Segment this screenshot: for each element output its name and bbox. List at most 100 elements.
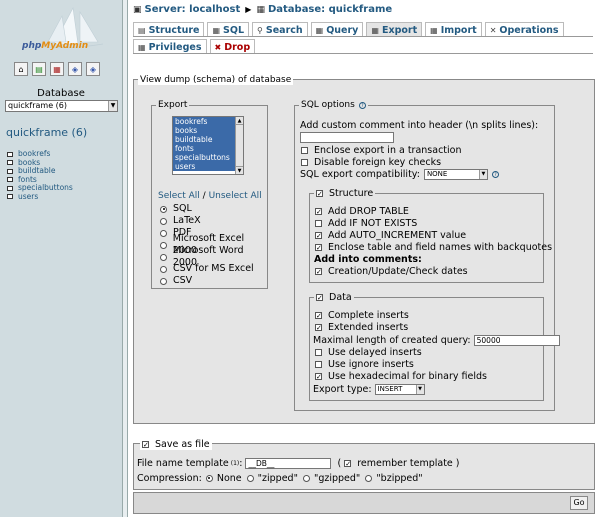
disable-fk-checkbox[interactable]	[301, 158, 308, 166]
table-item-users[interactable]: users	[7, 192, 73, 202]
info-icon[interactable]: ?	[358, 102, 366, 109]
backquotes-checkbox[interactable]: ✓	[315, 243, 322, 251]
radio-csv[interactable]	[160, 277, 167, 285]
documentation-icon[interactable]: ◈	[68, 62, 82, 76]
disable-fk-row[interactable]: Disable foreign key checks	[301, 156, 441, 168]
query-window-icon[interactable]: ▤	[32, 62, 46, 76]
table-option[interactable]: bookrefs	[173, 117, 236, 126]
table-option[interactable]: books	[173, 126, 236, 135]
radio-excel[interactable]	[160, 241, 167, 249]
table-multiselect[interactable]: bookrefs books buildtable fonts specialb…	[172, 116, 244, 175]
home-icon[interactable]: ⌂	[14, 62, 28, 76]
extended-inserts-row[interactable]: ✓ Extended inserts	[315, 321, 408, 333]
scroll-down-icon[interactable]: ▼	[236, 166, 243, 174]
chevron-down-icon[interactable]: ▼	[478, 169, 487, 179]
ignore-inserts-row[interactable]: Use ignore inserts	[315, 358, 414, 370]
table-option[interactable]: fonts	[173, 144, 236, 153]
unselect-all-link[interactable]: Unselect All	[209, 191, 262, 201]
save-as-file-checkbox[interactable]: ✓	[142, 441, 149, 449]
creation-dates-row[interactable]: ✓ Creation/Update/Check dates	[315, 265, 468, 277]
chevron-down-icon[interactable]: ▼	[415, 384, 424, 394]
tab-privileges[interactable]: ▦ Privileges	[133, 39, 207, 53]
table-option[interactable]: specialbuttons	[173, 153, 236, 162]
radio-csv-excel[interactable]	[160, 265, 167, 273]
radio-word[interactable]	[160, 253, 167, 261]
scroll-up-icon[interactable]: ▲	[236, 117, 243, 125]
table-item-specialbuttons[interactable]: specialbuttons	[7, 183, 73, 193]
tab-drop[interactable]: ✖ Drop	[209, 39, 256, 53]
breadcrumb-database[interactable]: Database: quickframe	[268, 4, 392, 15]
sql-docs-icon[interactable]: ▦	[50, 62, 64, 76]
info-icon[interactable]: ?	[491, 170, 499, 178]
hex-binary-row[interactable]: ✓ Use hexadecimal for binary fields	[315, 370, 487, 382]
tab-sql[interactable]: ▦ SQL	[207, 22, 250, 36]
creation-dates-checkbox[interactable]: ✓	[315, 267, 322, 275]
add-drop-row[interactable]: ✓ Add DROP TABLE	[315, 205, 409, 217]
table-option[interactable]: buildtable	[173, 135, 236, 144]
current-database-link[interactable]: quickframe (6)	[6, 126, 87, 139]
if-not-exists-checkbox[interactable]	[315, 219, 322, 227]
remember-template-checkbox[interactable]: ✓	[344, 459, 352, 467]
listbox-scrollbar[interactable]: ▲ ▼	[235, 117, 243, 174]
filename-template-input[interactable]: __DB__	[245, 457, 332, 469]
hex-binary-checkbox[interactable]: ✓	[315, 372, 322, 380]
tab-structure[interactable]: ▤ Structure	[133, 22, 205, 36]
breadcrumb-server[interactable]: Server: localhost	[145, 4, 241, 15]
backquotes-row[interactable]: ✓ Enclose table and field names with back…	[315, 241, 552, 253]
enclose-transaction-row[interactable]: Enclose export in a transaction	[301, 144, 462, 156]
table-icon[interactable]	[7, 185, 13, 191]
add-drop-checkbox[interactable]: ✓	[315, 207, 322, 215]
delayed-inserts-row[interactable]: Use delayed inserts	[315, 346, 422, 358]
max-length-input[interactable]: 50000	[473, 334, 560, 346]
compression-bzipped-radio[interactable]	[365, 474, 373, 482]
format-option[interactable]: CSV	[160, 275, 267, 287]
table-icon[interactable]	[7, 168, 13, 174]
table-icon[interactable]	[7, 194, 13, 200]
go-button[interactable]: Go	[570, 496, 588, 510]
chevron-down-icon[interactable]: ▼	[108, 101, 117, 111]
comment-input[interactable]	[300, 132, 394, 143]
save-as-file-legend[interactable]: ✓ Save as file	[140, 439, 212, 450]
compression-zipped-radio[interactable]	[246, 474, 254, 482]
tab-import[interactable]: ▦ Import	[425, 22, 482, 36]
table-option[interactable]: users	[173, 162, 236, 171]
extended-inserts-checkbox[interactable]: ✓	[315, 323, 322, 331]
tab-operations[interactable]: ✕ Operations	[484, 22, 564, 36]
format-option[interactable]: LaTeX	[160, 215, 267, 227]
structure-legend[interactable]: ✓ Structure	[314, 188, 376, 199]
tab-search[interactable]: ⚲ Search	[252, 22, 308, 36]
compression-gzipped-radio[interactable]	[302, 474, 310, 482]
export-type-select[interactable]: INSERT ▼	[374, 383, 425, 395]
complete-inserts-checkbox[interactable]: ✓	[315, 311, 322, 319]
table-icon[interactable]	[7, 151, 13, 157]
data-checkbox[interactable]: ✓	[316, 294, 323, 302]
tab-export[interactable]: ▦ Export	[366, 22, 423, 36]
format-option[interactable]: CSV for MS Excel	[160, 263, 267, 275]
help-icon[interactable]: ◈	[86, 62, 100, 76]
compression-none-radio[interactable]	[205, 474, 213, 482]
if-not-exists-row[interactable]: Add IF NOT EXISTS	[315, 217, 417, 229]
table-item-buildtable[interactable]: buildtable	[7, 166, 73, 176]
compression-row: Compression: None "zipped" "gzipped" "bz…	[137, 472, 423, 484]
radio-pdf[interactable]	[160, 229, 167, 237]
format-option[interactable]: SQL	[160, 203, 267, 215]
database-select[interactable]: quickframe (6) ▼	[5, 100, 118, 112]
enclose-transaction-checkbox[interactable]	[301, 146, 308, 154]
auto-increment-row[interactable]: ✓ Add AUTO_INCREMENT value	[315, 229, 466, 241]
radio-latex[interactable]	[160, 217, 167, 225]
tab-query[interactable]: ▦ Query	[310, 22, 364, 36]
auto-increment-checkbox[interactable]: ✓	[315, 231, 322, 239]
radio-sql[interactable]	[160, 205, 167, 213]
structure-checkbox[interactable]: ✓	[316, 190, 323, 198]
compat-select[interactable]: NONE ▼	[423, 168, 488, 180]
ignore-inserts-checkbox[interactable]	[315, 360, 322, 368]
delayed-inserts-checkbox[interactable]	[315, 348, 322, 356]
phpmyadmin-logo-text[interactable]: phpMyAdmin	[22, 41, 88, 51]
complete-inserts-row[interactable]: ✓ Complete inserts	[315, 309, 409, 321]
format-option[interactable]: Microsoft Word 2000	[160, 245, 267, 268]
table-icon[interactable]	[7, 160, 13, 166]
select-all-link[interactable]: Select All	[158, 191, 200, 201]
frame-divider[interactable]	[122, 0, 128, 517]
table-icon[interactable]	[7, 177, 13, 183]
data-legend[interactable]: ✓ Data	[314, 292, 354, 303]
